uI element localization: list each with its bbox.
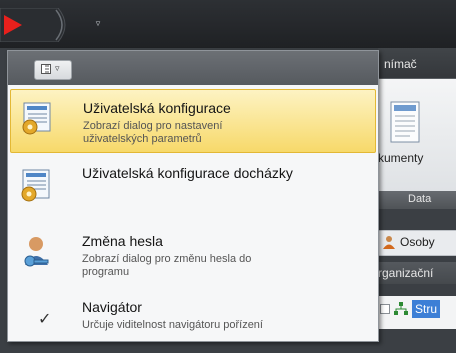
menu-item-navigator[interactable]: ✓ Navigátor Určuje viditelnost navigátor…: [10, 289, 376, 353]
ribbon-tab-label: nímač: [384, 57, 417, 71]
menu-item-description-line: uživatelských parametrů: [83, 133, 202, 145]
menu-item-description: Zobrazí dialog pro nastavení uživatelský…: [83, 120, 363, 146]
ribbon-group-label: Data: [408, 193, 432, 205]
application-menu-button[interactable]: [0, 8, 74, 42]
list-view-icon: [41, 64, 51, 74]
user-key-icon: [24, 237, 49, 267]
org-structure-icon: [394, 302, 408, 315]
tree-item[interactable]: Stru: [378, 296, 456, 329]
quick-access-dropdown-icon[interactable]: ▿: [93, 18, 103, 28]
document-icon: [390, 101, 420, 143]
tree-item-label: Stru: [412, 300, 441, 318]
menu-item-title: Navigátor: [82, 299, 142, 315]
menu-item-description-line: Zobrazí dialog pro změnu hesla do: [82, 253, 252, 265]
chevron-down-icon: ▿: [55, 63, 60, 73]
menu-item-attendance-config[interactable]: Uživatelská konfigurace docházky: [10, 157, 376, 221]
check-icon: ✓: [38, 311, 52, 328]
ribbon-tab[interactable]: nímač: [378, 48, 456, 79]
menu-item-title: Uživatelská konfigurace docházky: [82, 165, 293, 181]
gear-document-icon: [22, 102, 51, 135]
menu-item-description: Zobrazí dialog pro změnu hesla do progra…: [82, 253, 362, 279]
menu-item-title: Uživatelská konfigurace: [83, 100, 231, 116]
ribbon-group-footer: Data: [378, 191, 456, 209]
menu-item-description-line: Určuje viditelnost navigátoru pořízení: [82, 319, 263, 331]
org-panel-label: rganizační: [378, 266, 434, 280]
menu-item-title: Změna hesla: [82, 233, 163, 249]
org-panel-header: rganizační: [378, 262, 456, 284]
ribbon-panel: kumenty: [378, 79, 456, 191]
menu-item-description: Určuje viditelnost navigátoru pořízení: [82, 319, 362, 332]
menu-item-description-line: Zobrazí dialog pro nastavení: [83, 120, 223, 132]
menu-item-user-config[interactable]: Uživatelská konfigurace Zobrazí dialog p…: [10, 89, 376, 153]
documents-button-label[interactable]: kumenty: [378, 151, 423, 165]
osoby-button[interactable]: Osoby: [378, 230, 456, 256]
menu-item-description-line: programu: [82, 266, 130, 278]
osoby-label: Osoby: [400, 235, 435, 249]
menu-header: ▿: [8, 51, 378, 85]
tree-expander-icon[interactable]: [380, 304, 390, 314]
person-icon: [383, 236, 395, 249]
title-bar: ▿: [0, 0, 456, 48]
gear-document-icon: [21, 169, 50, 202]
menu-view-toggle[interactable]: ▿: [34, 60, 72, 80]
application-menu: ▿ Uživatelská konfigurace Zobrazí dialog…: [7, 50, 379, 342]
menu-item-change-password[interactable]: Změna hesla Zobrazí dialog pro změnu hes…: [10, 223, 376, 287]
